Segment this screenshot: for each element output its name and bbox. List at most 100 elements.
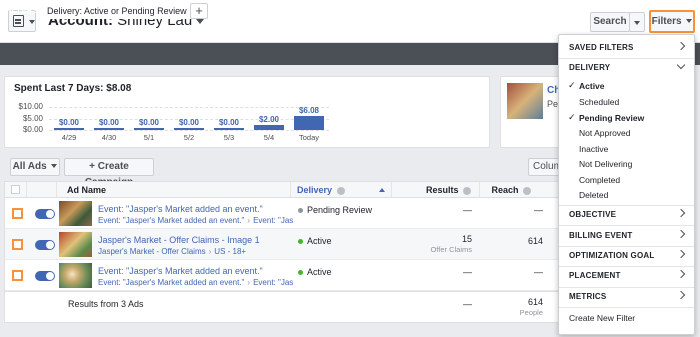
menu-divider: [559, 266, 694, 267]
info-icon: [463, 186, 471, 195]
ad-preview-image: [507, 83, 543, 119]
chevron-right-icon: [676, 249, 686, 259]
results-value: —: [463, 205, 472, 215]
create-campaign-button[interactable]: + Create Campaign: [64, 158, 154, 188]
billing-event-section[interactable]: BILLING EVENT: [569, 231, 633, 240]
filter-chip-delivery[interactable]: Delivery: Active or Pending Review ×: [42, 3, 202, 19]
chart-bar[interactable]: [54, 128, 84, 130]
optimization-goal-section[interactable]: OPTIMIZATION GOAL: [569, 251, 654, 260]
filter-option-inactive[interactable]: Inactive: [579, 144, 608, 154]
ad-name-link[interactable]: Event: "Jasper's Market added an event.": [98, 204, 263, 214]
select-all-checkbox[interactable]: [11, 185, 20, 194]
ad-set-name: Event: "Jas: [253, 216, 294, 225]
delivery-header-label: Delivery: [297, 185, 333, 195]
metrics-section[interactable]: METRICS: [569, 292, 606, 301]
filter-option-scheduled[interactable]: Scheduled: [579, 97, 619, 107]
table-row[interactable]: Event: "Jasper's Market added an event."…: [5, 198, 559, 229]
summary-label: Results from 3 Ads: [68, 299, 144, 309]
chevron-right-icon: [676, 208, 686, 218]
table-row[interactable]: Jasper's Market - Offer Claims - Image 1…: [5, 229, 559, 260]
y-tick-label: $5.00: [22, 113, 43, 123]
sort-ascending-icon: [379, 188, 385, 192]
info-icon: [523, 186, 531, 195]
columns-button[interactable]: Columns: [528, 158, 560, 176]
reach-value: 614: [527, 236, 543, 246]
saved-filters-section[interactable]: SAVED FILTERS: [569, 43, 634, 52]
ad-campaign-link[interactable]: Event: "Jasper's Market added an event."…: [98, 216, 293, 225]
results-type: Offer Claims: [430, 245, 472, 254]
ad-campaign-link[interactable]: Jasper's Market - Offer Claims › US - 18+: [98, 247, 246, 256]
results-header-label: Results: [425, 185, 459, 195]
row-checkbox[interactable]: [12, 239, 23, 250]
checkmark-icon: ✓: [568, 112, 576, 122]
filter-option-not-approved[interactable]: Not Approved: [579, 128, 631, 138]
filter-option-completed[interactable]: Completed: [579, 175, 620, 185]
ad-toggle[interactable]: [35, 271, 55, 281]
delivery-status-dot: [298, 270, 303, 275]
info-icon: [336, 186, 345, 195]
ad-name-link[interactable]: Jasper's Market - Offer Claims - Image 1: [98, 235, 260, 245]
chevron-right-icon: [676, 290, 686, 300]
row-checkbox[interactable]: [12, 270, 23, 281]
delivery-status: Active: [307, 236, 332, 246]
filter-option-deleted[interactable]: Deleted: [579, 190, 608, 200]
chart-bar[interactable]: [134, 128, 164, 130]
ad-campaign-name: Jasper's Market - Offer Claims: [98, 247, 206, 256]
reach-value: —: [534, 267, 543, 277]
spend-chart-panel: Spent Last 7 Days: $8.08 $10.00 $5.00 $0.0…: [4, 76, 490, 148]
x-tick-label: 5/4: [263, 133, 275, 142]
ad-name-header-label: Ad Name: [67, 185, 107, 195]
delivery-section[interactable]: DELIVERY: [569, 63, 610, 72]
x-tick-label: 4/30: [101, 133, 117, 142]
x-tick-label: 5/3: [223, 133, 235, 142]
bar-value-label: $0.00: [58, 118, 80, 127]
ad-preview-card[interactable]: Ch Pe: [500, 76, 560, 148]
y-tick-label: $0.00: [22, 125, 43, 134]
column-header-delivery[interactable]: Delivery: [291, 182, 392, 198]
search-dropdown-button[interactable]: [629, 12, 645, 32]
bar-value-label: $0.00: [218, 118, 240, 127]
ad-thumbnail: [59, 263, 92, 288]
all-ads-dropdown[interactable]: All Ads: [10, 158, 60, 176]
row-checkbox[interactable]: [12, 208, 23, 219]
chevron-down-icon: [686, 19, 693, 24]
menu-divider: [559, 307, 694, 308]
ad-thumbnail: [59, 201, 92, 226]
add-filter-button[interactable]: +: [190, 3, 208, 19]
chevron-down-icon: [196, 18, 205, 24]
filter-option-not-delivering[interactable]: Not Delivering: [579, 159, 632, 169]
grid-line: [49, 107, 329, 108]
chart-bar[interactable]: [174, 128, 204, 130]
ad-campaign-link[interactable]: Event: "Jasper's Market added an event."…: [98, 278, 293, 287]
objective-section[interactable]: OBJECTIVE: [569, 210, 616, 219]
chart-bar[interactable]: [214, 128, 244, 130]
filter-option-pending-review[interactable]: Pending Review: [579, 113, 644, 123]
search-button[interactable]: Search: [590, 12, 630, 32]
chart-bar[interactable]: [94, 128, 124, 130]
filter-chip-value: Active or Pending Review: [84, 6, 187, 16]
reach-header-label: Reach: [491, 185, 519, 195]
column-header-reach[interactable]: Reach: [480, 182, 559, 198]
ad-campaign-name: Event: "Jasper's Market added an event.": [98, 216, 245, 225]
table-row[interactable]: Event: "Jasper's Market added an event."…: [5, 260, 559, 291]
ad-thumbnail: [59, 232, 92, 257]
ad-preview-subtitle: Pe: [547, 99, 559, 109]
ad-toggle[interactable]: [35, 209, 55, 219]
select-all-column: [5, 182, 27, 198]
filter-option-active[interactable]: Active: [579, 81, 605, 91]
chart-bar[interactable]: [294, 116, 324, 130]
filters-button[interactable]: Filters: [649, 10, 695, 33]
ad-toggle[interactable]: [35, 240, 55, 250]
menu-divider: [559, 225, 694, 226]
column-header-ad-name[interactable]: Ad Name: [57, 182, 291, 198]
reach-value: —: [534, 205, 543, 215]
column-header-results[interactable]: Results: [392, 182, 480, 198]
menu-divider: [559, 287, 694, 288]
x-tick-label: 5/2: [183, 133, 195, 142]
chart-bar[interactable]: [254, 125, 284, 130]
create-new-filter-link[interactable]: Create New Filter: [569, 313, 635, 323]
filters-dropdown-menu: SAVED FILTERS DELIVERY ✓ Active Schedule…: [558, 34, 695, 335]
summary-reach-unit: People: [519, 308, 543, 317]
placement-section[interactable]: PLACEMENT: [569, 271, 621, 280]
ad-name-link[interactable]: Event: "Jasper's Market added an event.": [98, 266, 263, 276]
